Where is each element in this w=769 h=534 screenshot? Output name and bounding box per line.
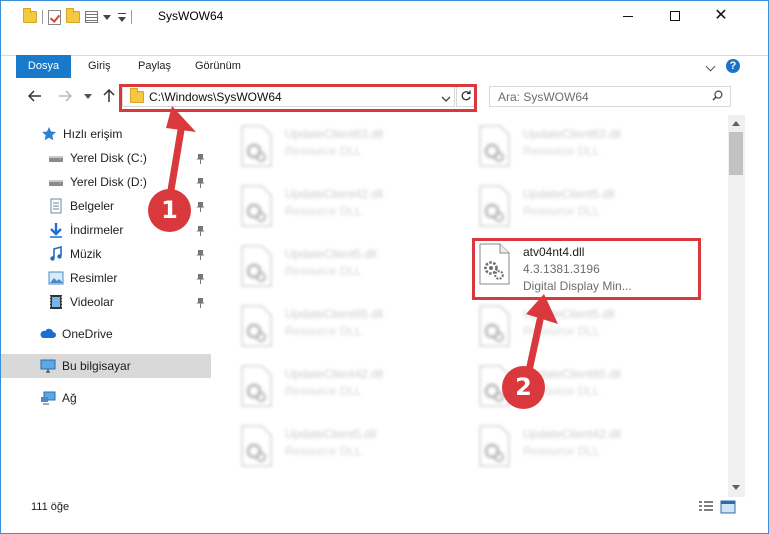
- step-1-badge: 1: [148, 189, 191, 232]
- annotation-overlay: [166, 106, 558, 384]
- arrow-to-address-bar: [166, 120, 186, 200]
- arrowhead-icon: [166, 106, 196, 132]
- step-2-badge: 2: [502, 366, 545, 409]
